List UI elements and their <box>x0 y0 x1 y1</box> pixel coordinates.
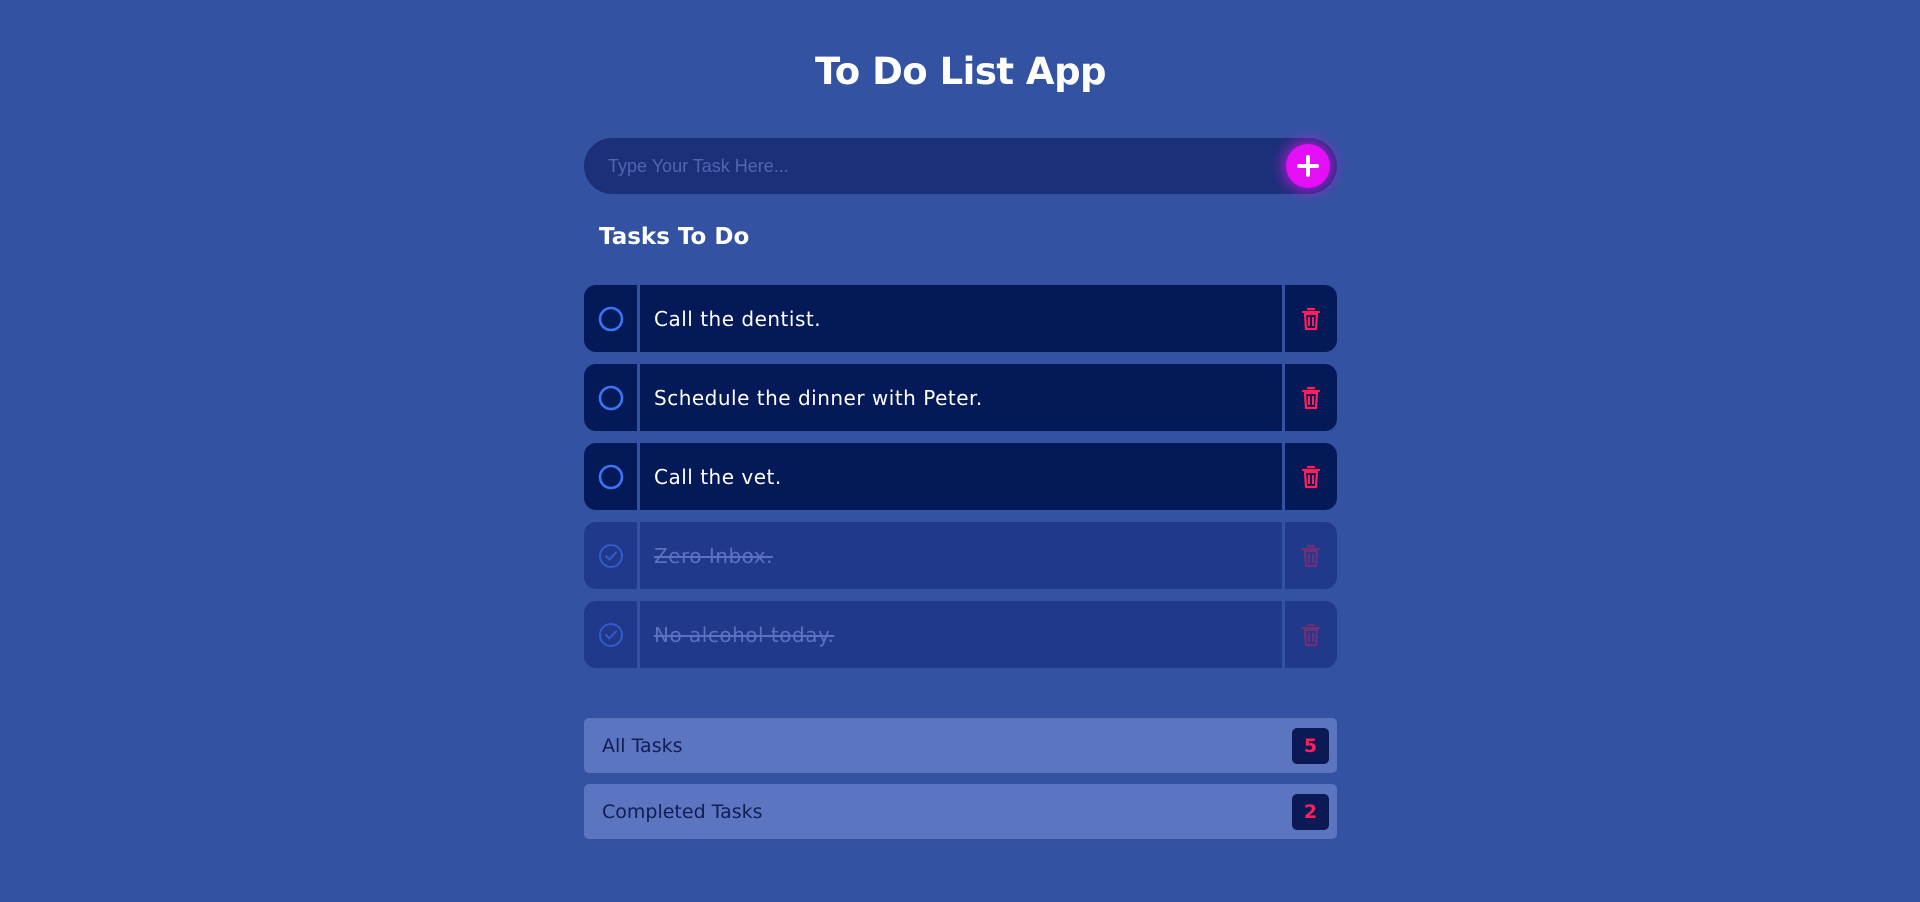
completed-tasks-count-badge: 2 <box>1292 794 1329 830</box>
task-check-toggle[interactable] <box>584 364 640 431</box>
section-title: Tasks To Do <box>599 224 750 250</box>
trash-icon <box>1301 386 1321 409</box>
delete-task-button[interactable] <box>1282 364 1337 431</box>
trash-icon <box>1301 544 1321 567</box>
delete-task-button[interactable] <box>1282 443 1337 510</box>
check-circle-icon <box>598 622 623 647</box>
task-text: Call the dentist. <box>654 306 822 331</box>
task-text: Schedule the dinner with Peter. <box>654 385 983 410</box>
delete-task-button[interactable] <box>1282 285 1337 352</box>
task-item-completed: Zero Inbox. <box>584 522 1337 589</box>
all-tasks-label: All Tasks <box>602 734 683 757</box>
task-check-toggle[interactable] <box>584 522 640 589</box>
circle-icon <box>598 464 623 489</box>
task-summary: All Tasks 5 Completed Tasks 2 <box>584 718 1337 850</box>
all-tasks-filter[interactable]: All Tasks 5 <box>584 718 1337 773</box>
task-text: No alcohol today. <box>654 622 835 647</box>
task-check-toggle[interactable] <box>584 601 640 668</box>
task-item: Call the dentist. <box>584 285 1337 352</box>
plus-icon <box>1297 155 1319 177</box>
all-tasks-count-badge: 5 <box>1292 728 1329 764</box>
trash-icon <box>1301 307 1321 330</box>
check-circle-icon <box>598 543 623 568</box>
task-item: Schedule the dinner with Peter. <box>584 364 1337 431</box>
task-input[interactable] <box>608 138 1248 194</box>
delete-task-button[interactable] <box>1282 522 1337 589</box>
task-item-completed: No alcohol today. <box>584 601 1337 668</box>
task-check-toggle[interactable] <box>584 443 640 510</box>
completed-tasks-label: Completed Tasks <box>602 800 763 823</box>
circle-icon <box>598 306 623 331</box>
task-item: Call the vet. <box>584 443 1337 510</box>
circle-icon <box>598 385 623 410</box>
task-text: Call the vet. <box>654 464 782 489</box>
task-list: Call the dentist. Schedule the dinner wi… <box>584 285 1337 680</box>
page-title: To Do List App <box>814 50 1107 93</box>
add-task-button[interactable] <box>1286 144 1330 188</box>
task-text: Zero Inbox. <box>654 543 773 568</box>
trash-icon <box>1301 623 1321 646</box>
task-check-toggle[interactable] <box>584 285 640 352</box>
task-input-bar <box>584 138 1337 194</box>
delete-task-button[interactable] <box>1282 601 1337 668</box>
completed-tasks-filter[interactable]: Completed Tasks 2 <box>584 784 1337 839</box>
trash-icon <box>1301 465 1321 488</box>
